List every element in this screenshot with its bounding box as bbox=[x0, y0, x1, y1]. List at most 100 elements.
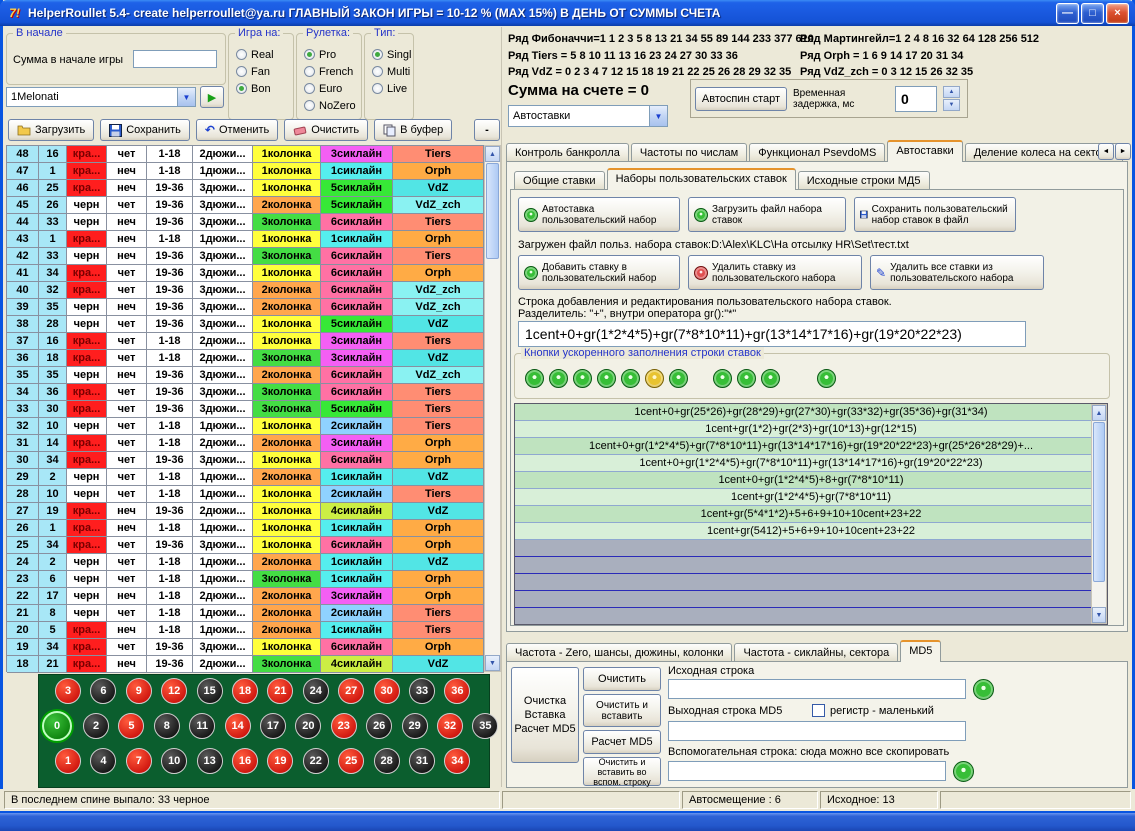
board-number-17[interactable]: 17 bbox=[260, 713, 286, 739]
radio-option-french[interactable]: French bbox=[299, 63, 359, 80]
radio-option-nozero[interactable]: NoZero bbox=[299, 97, 359, 114]
board-number-13[interactable]: 13 bbox=[197, 748, 223, 774]
table-row[interactable]: 2719кра...неч19-362дюжи...1колонка4сикла… bbox=[7, 503, 484, 520]
play-button[interactable]: ▶ bbox=[200, 86, 224, 108]
radio-option-multi[interactable]: Multi bbox=[367, 63, 411, 80]
board-number-21[interactable]: 21 bbox=[267, 678, 293, 704]
quick-chip-button-4[interactable] bbox=[597, 369, 616, 388]
bet-string-row[interactable]: 1cent+gr(5*4*1*2)+5+6+9+10+10cent+23+22 bbox=[515, 506, 1107, 523]
autospin-start-button[interactable]: Автоспин старт bbox=[695, 87, 787, 111]
bet-string-row[interactable]: 1cent+0+gr(1*2*4*5)+8+gr(7*8*10*11) bbox=[515, 472, 1107, 489]
table-row[interactable]: 3935черннеч19-363дюжи...2колонка6сиклайн… bbox=[7, 299, 484, 316]
table-row[interactable]: 2217черннеч1-182дюжи...2колонка3сиклайнO… bbox=[7, 588, 484, 605]
table-row[interactable]: 431кра...неч1-181дюжи...1колонка1сиклайн… bbox=[7, 231, 484, 248]
quick-chip-button-10[interactable] bbox=[761, 369, 780, 388]
board-number-33[interactable]: 33 bbox=[409, 678, 435, 704]
toolbar-undo-button[interactable]: ↶Отменить bbox=[196, 119, 278, 141]
bet-string-input[interactable] bbox=[518, 321, 1026, 347]
table-row[interactable]: 2534кра...чет19-363дюжи...1колонка6сикла… bbox=[7, 537, 484, 554]
board-number-34[interactable]: 34 bbox=[444, 748, 470, 774]
bets-сохранить-пользовательский-набор-ставок-в-файл-button[interactable]: Сохранить пользовательский набор ставок … bbox=[854, 197, 1016, 232]
bets-удалить-ставку-из-пользовательского-набора-button[interactable]: Удалить ставку из пользовательского набо… bbox=[688, 255, 862, 290]
board-number-0[interactable]: 0 bbox=[42, 711, 72, 741]
board-number-31[interactable]: 31 bbox=[409, 748, 435, 774]
table-row[interactable]: 261кра...неч1-181дюжи...1колонка1сиклайн… bbox=[7, 520, 484, 537]
board-number-16[interactable]: 16 bbox=[232, 748, 258, 774]
table-row[interactable]: 3034кра...чет19-363дюжи...1колонка6сикла… bbox=[7, 452, 484, 469]
subtab-исходные-строки-мд5[interactable]: Исходные строки МД5 bbox=[798, 171, 930, 190]
table-row[interactable]: 2810чернчет1-181дюжи...1колонка2сиклайнT… bbox=[7, 486, 484, 503]
table-row[interactable]: 3330кра...чет19-363дюжи...3колонка5сикла… bbox=[7, 401, 484, 418]
board-number-10[interactable]: 10 bbox=[161, 748, 187, 774]
bet-strings-list[interactable]: 1cent+0+gr(25*26)+gr(28*29)+gr(27*30)+gr… bbox=[514, 403, 1108, 625]
md5-clear-paste-button[interactable]: Очистить и вставить bbox=[583, 694, 661, 727]
toolbar-clear-button[interactable]: Очистить bbox=[284, 119, 368, 141]
board-number-14[interactable]: 14 bbox=[225, 713, 251, 739]
bet-string-row[interactable]: 1cent+gr(1*2)+gr(2*3)+gr(10*13)+gr(12*15… bbox=[515, 421, 1107, 438]
toolbar-save-button[interactable]: Сохранить bbox=[100, 119, 190, 141]
table-row[interactable]: 3210чернчет1-181дюжи...1колонка2сиклайнT… bbox=[7, 418, 484, 435]
board-number-3[interactable]: 3 bbox=[55, 678, 81, 704]
table-row[interactable]: 3618кра...чет1-182дюжи...3колонка3сиклай… bbox=[7, 350, 484, 367]
board-number-2[interactable]: 2 bbox=[83, 713, 109, 739]
tab-функционал-psevdoms[interactable]: Функционал PsevdoMS bbox=[749, 143, 885, 162]
table-row[interactable]: 3828чернчет19-363дюжи...1колонка5сиклайн… bbox=[7, 316, 484, 333]
betlist-scrollbar[interactable]: ▲ ▼ bbox=[1091, 404, 1107, 624]
table-row[interactable]: 242чернчет1-181дюжи...2колонка1сиклайнVd… bbox=[7, 554, 484, 571]
board-number-15[interactable]: 15 bbox=[197, 678, 223, 704]
bet-string-row[interactable]: 1cent+0+gr(25*26)+gr(28*29)+gr(27*30)+gr… bbox=[515, 404, 1107, 421]
window-maximize-button[interactable]: □ bbox=[1081, 3, 1104, 24]
bottomtab-md5[interactable]: MD5 bbox=[900, 640, 941, 662]
table-row[interactable]: 4816кра...чет1-182дюжи...1колонка3сиклай… bbox=[7, 146, 484, 163]
table-row[interactable]: 4433черннеч19-363дюжи...3колонка6сиклайн… bbox=[7, 214, 484, 231]
radio-option-pro[interactable]: Pro bbox=[299, 46, 359, 63]
bets-загрузить-файл-набора-ставок-button[interactable]: Загрузить файл набора ставок bbox=[688, 197, 846, 232]
board-number-27[interactable]: 27 bbox=[338, 678, 364, 704]
board-number-1[interactable]: 1 bbox=[55, 748, 81, 774]
scroll-down-icon[interactable]: ▼ bbox=[485, 655, 500, 671]
title-bar[interactable]: 7! HelperRoullet 5.4- create helperroull… bbox=[0, 0, 1135, 26]
subtab-наборы-пользовательских-ставок[interactable]: Наборы пользовательских ставок bbox=[607, 168, 796, 190]
bets-добавить-ставку-в-пользовательский-набор-button[interactable]: Добавить ставку в пользовательский набор bbox=[518, 255, 680, 290]
tabs-scroll-left-icon[interactable]: ◄ bbox=[1098, 143, 1114, 160]
board-number-7[interactable]: 7 bbox=[126, 748, 152, 774]
scroll-up-icon[interactable]: ▲ bbox=[1092, 405, 1106, 421]
chevron-down-icon[interactable]: ▼ bbox=[177, 88, 195, 106]
table-row[interactable]: 471кра...неч1-181дюжи...1колонка1сиклайн… bbox=[7, 163, 484, 180]
bottomtab-частота-zero-шансы-дюжины-колонки[interactable]: Частота - Zero, шансы, дюжины, колонки bbox=[506, 643, 732, 662]
bets-автоставка-пользовательский-набор-button[interactable]: Автоставка пользовательский набор bbox=[518, 197, 680, 232]
board-number-8[interactable]: 8 bbox=[154, 713, 180, 739]
quick-chip-button-7[interactable] bbox=[669, 369, 688, 388]
quick-chip-button-6[interactable] bbox=[645, 369, 664, 388]
board-number-12[interactable]: 12 bbox=[161, 678, 187, 704]
md5-clear-button[interactable]: Очистить bbox=[583, 667, 661, 691]
start-sum-input[interactable] bbox=[133, 50, 217, 68]
md5-clear-paste-aux-button[interactable]: Очистить и вставить во вспом. строку bbox=[583, 757, 661, 786]
md5-source-input[interactable] bbox=[668, 679, 966, 699]
spins-table[interactable]: 4816кра...чет1-182дюжи...1колонка3сиклай… bbox=[6, 145, 484, 672]
autobets-combo[interactable]: Автоставки ▼ bbox=[508, 105, 668, 127]
delay-spinner-value[interactable]: 0 bbox=[895, 86, 937, 112]
board-number-11[interactable]: 11 bbox=[189, 713, 215, 739]
board-number-5[interactable]: 5 bbox=[118, 713, 144, 739]
table-row[interactable]: 4625кра...неч19-363дюжи...1колонка5сикла… bbox=[7, 180, 484, 197]
board-number-9[interactable]: 9 bbox=[126, 678, 152, 704]
bet-string-row[interactable]: 1cent+0+gr(1*2*4*5)+gr(7*8*10*11)+gr(13*… bbox=[515, 438, 1107, 455]
spin-up-icon[interactable]: ▲ bbox=[943, 86, 960, 98]
toolbar-copy-button[interactable]: В буфер bbox=[374, 119, 452, 141]
window-minimize-button[interactable]: — bbox=[1056, 3, 1079, 24]
register-checkbox[interactable] bbox=[812, 704, 825, 717]
board-number-36[interactable]: 36 bbox=[444, 678, 470, 704]
md5-aux-input[interactable] bbox=[668, 761, 946, 781]
board-number-26[interactable]: 26 bbox=[366, 713, 392, 739]
table-row[interactable]: 4032кра...чет19-363дюжи...2колонка6сикла… bbox=[7, 282, 484, 299]
board-number-18[interactable]: 18 bbox=[232, 678, 258, 704]
quick-chip-button-8[interactable] bbox=[713, 369, 732, 388]
table-row[interactable]: 3114кра...чет1-182дюжи...2колонка3сиклай… bbox=[7, 435, 484, 452]
table-row[interactable]: 4134кра...чет19-363дюжи...1колонка6сикла… bbox=[7, 265, 484, 282]
table-row[interactable]: 4526чернчет19-363дюжи...2колонка5сиклайн… bbox=[7, 197, 484, 214]
board-number-20[interactable]: 20 bbox=[295, 713, 321, 739]
board-number-6[interactable]: 6 bbox=[90, 678, 116, 704]
quick-chip-button-9[interactable] bbox=[737, 369, 756, 388]
table-scrollbar[interactable]: ▲ ▼ bbox=[484, 145, 501, 672]
